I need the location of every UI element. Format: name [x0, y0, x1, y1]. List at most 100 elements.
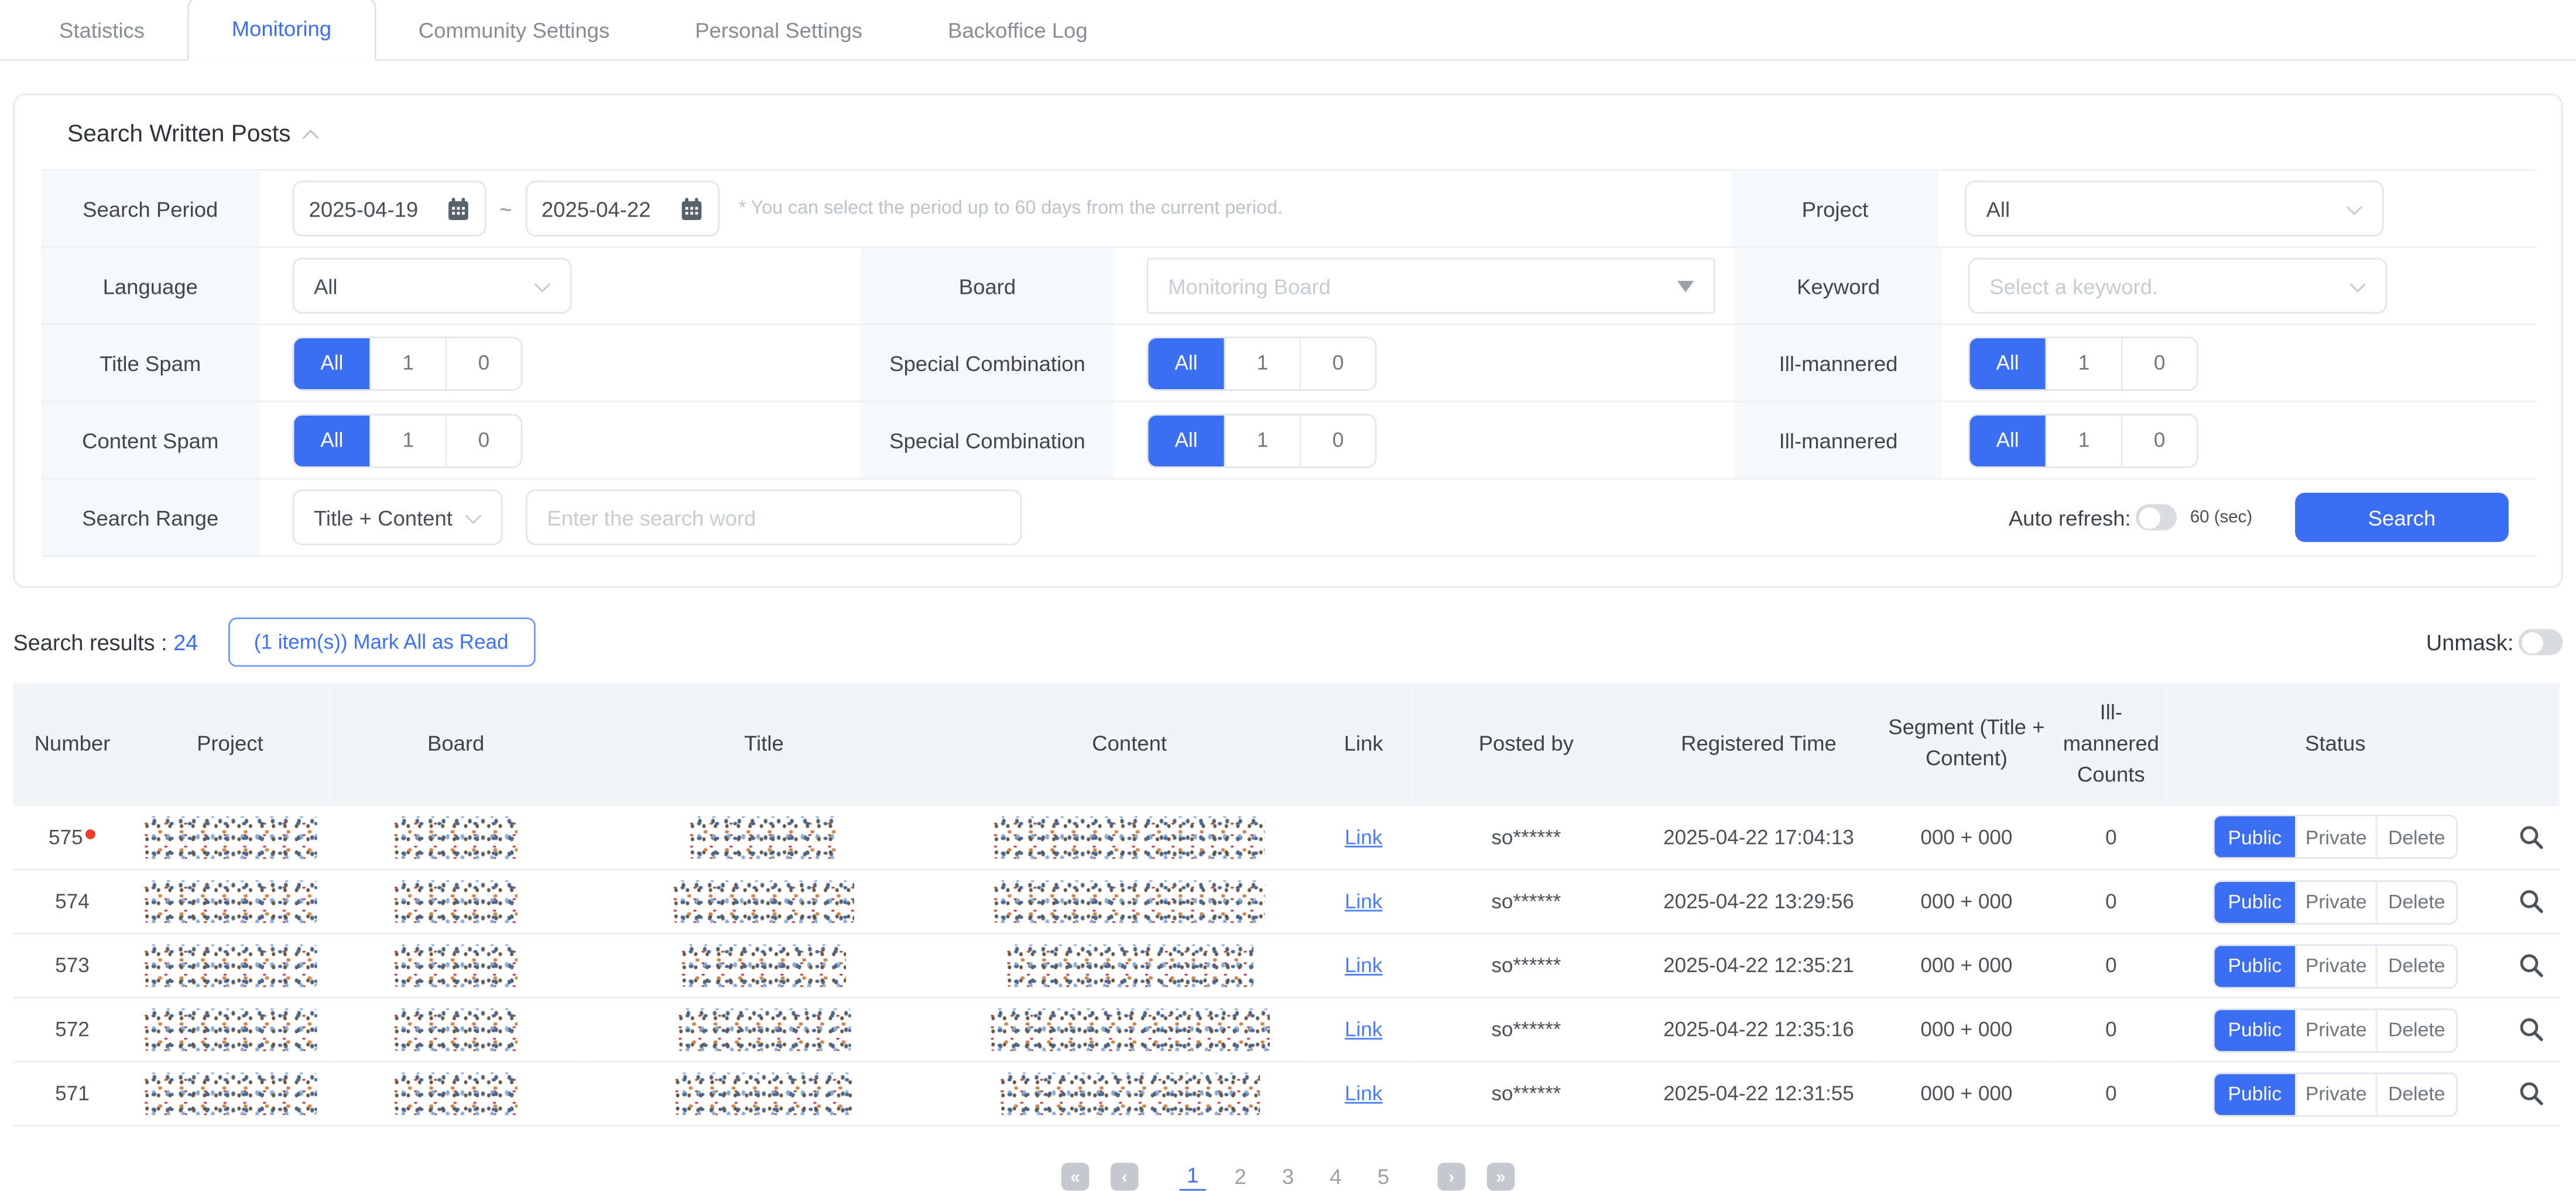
- masked-content: [994, 880, 1265, 923]
- status-delete-button[interactable]: Delete: [2376, 945, 2457, 986]
- next-page-button[interactable]: ›: [1437, 1163, 1465, 1191]
- content-special-all-button[interactable]: All: [1148, 415, 1224, 466]
- post-link[interactable]: Link: [1345, 1018, 1382, 1041]
- unmask-toggle[interactable]: [2519, 629, 2563, 655]
- content-spam-all-button[interactable]: All: [294, 415, 369, 466]
- tab-statistics[interactable]: Statistics: [16, 2, 187, 59]
- mark-all-read-button[interactable]: (1 item(s)) Mark All as Read: [228, 617, 535, 667]
- search-word-input[interactable]: [526, 489, 1022, 545]
- header-project: Project: [131, 683, 328, 805]
- status-private-button[interactable]: Private: [2295, 1073, 2376, 1114]
- masked-content: [990, 1008, 1269, 1051]
- title-ill-mannered-label: Ill-mannered: [1735, 325, 1942, 401]
- post-link[interactable]: Link: [1345, 1082, 1382, 1105]
- search-button[interactable]: Search: [2295, 493, 2509, 542]
- status-private-button[interactable]: Private: [2295, 1009, 2376, 1050]
- row-search-icon[interactable]: [2519, 953, 2545, 979]
- collapse-panel-icon[interactable]: [303, 129, 319, 145]
- results-bar: Search results : 24 (1 item(s)) Mark All…: [13, 617, 2563, 667]
- language-label: Language: [41, 248, 259, 324]
- date-from-input[interactable]: 2025-04-19: [292, 181, 486, 236]
- post-link[interactable]: Link: [1345, 890, 1382, 913]
- content-spam-1-button[interactable]: 1: [369, 415, 445, 466]
- tab-personal-settings[interactable]: Personal Settings: [652, 2, 905, 59]
- ill-mannered-count: 0: [2055, 870, 2167, 933]
- chevron-down-icon: [2349, 275, 2366, 291]
- masked-title: [690, 816, 838, 859]
- status-public-button[interactable]: Public: [2215, 1009, 2295, 1050]
- search-range-select[interactable]: Title + Content: [292, 489, 502, 545]
- title-ill-mannered-toggle-group: All 1 0: [1968, 336, 2198, 390]
- masked-project: [144, 1008, 317, 1051]
- content-ill-all-button[interactable]: All: [1970, 415, 2046, 466]
- prev-page-button[interactable]: ‹: [1111, 1163, 1139, 1191]
- project-label: Project: [1732, 171, 1939, 246]
- masked-project: [144, 816, 317, 859]
- last-page-button[interactable]: »: [1487, 1163, 1515, 1191]
- content-ill-0-button[interactable]: 0: [2121, 415, 2197, 466]
- row-search-icon[interactable]: [2519, 1017, 2545, 1043]
- row-search-icon[interactable]: [2519, 888, 2545, 915]
- content-special-0-button[interactable]: 0: [1300, 415, 1375, 466]
- status-public-button[interactable]: Public: [2215, 816, 2295, 857]
- status-private-button[interactable]: Private: [2295, 881, 2376, 922]
- title-special-0-button[interactable]: 0: [1300, 338, 1375, 389]
- date-to-input[interactable]: 2025-04-22: [525, 181, 719, 236]
- board-select[interactable]: Monitoring Board: [1147, 258, 1715, 314]
- title-ill-all-button[interactable]: All: [1970, 338, 2046, 389]
- masked-board: [394, 816, 517, 859]
- calendar-icon[interactable]: [447, 196, 470, 221]
- pagination: « ‹ 1 2 3 4 5 › »: [0, 1163, 2576, 1191]
- form-row-title-spam: Title Spam All 1 0 Special Combination A…: [41, 325, 2535, 403]
- ill-mannered-count: 0: [2055, 998, 2167, 1062]
- tab-community-settings[interactable]: Community Settings: [376, 2, 652, 59]
- status-delete-button[interactable]: Delete: [2376, 1009, 2457, 1050]
- content-special-combination-label: Special Combination: [861, 402, 1114, 478]
- title-special-1-button[interactable]: 1: [1224, 338, 1300, 389]
- content-spam-0-button[interactable]: 0: [445, 415, 520, 466]
- page-4[interactable]: 4: [1323, 1163, 1349, 1190]
- header-content: Content: [945, 683, 1314, 805]
- row-search-icon[interactable]: [2519, 824, 2545, 850]
- page-2[interactable]: 2: [1227, 1163, 1253, 1190]
- auto-refresh-toggle[interactable]: [2136, 504, 2177, 530]
- title-ill-1-button[interactable]: 1: [2046, 338, 2121, 389]
- status-delete-button[interactable]: Delete: [2376, 816, 2457, 857]
- calendar-icon[interactable]: [680, 196, 703, 221]
- title-spam-1-button[interactable]: 1: [369, 338, 445, 389]
- page-3[interactable]: 3: [1275, 1163, 1301, 1190]
- status-public-button[interactable]: Public: [2215, 881, 2295, 922]
- page-1[interactable]: 1: [1180, 1163, 1206, 1191]
- title-spam-all-button[interactable]: All: [294, 338, 369, 389]
- status-private-button[interactable]: Private: [2295, 816, 2376, 857]
- masked-board: [394, 1072, 517, 1115]
- post-number: 573: [55, 954, 90, 977]
- status-private-button[interactable]: Private: [2295, 945, 2376, 986]
- project-select[interactable]: All: [1965, 181, 2384, 236]
- first-page-button[interactable]: «: [1061, 1163, 1090, 1191]
- registered-time: 2025-04-22 12:35:16: [1640, 998, 1878, 1062]
- post-link[interactable]: Link: [1345, 954, 1382, 977]
- language-select[interactable]: All: [292, 258, 571, 314]
- content-special-combination-toggle-group: All 1 0: [1147, 413, 1377, 468]
- post-link[interactable]: Link: [1345, 826, 1382, 849]
- content-ill-1-button[interactable]: 1: [2046, 415, 2121, 466]
- title-spam-0-button[interactable]: 0: [445, 338, 520, 389]
- keyword-select[interactable]: Select a keyword.: [1968, 258, 2387, 314]
- ill-mannered-count: 0: [2055, 805, 2167, 869]
- tab-monitoring[interactable]: Monitoring: [187, 0, 376, 61]
- content-special-1-button[interactable]: 1: [1224, 415, 1300, 466]
- status-delete-button[interactable]: Delete: [2376, 881, 2457, 922]
- segment-counts: 000 + 000: [1878, 870, 2055, 933]
- registered-time: 2025-04-22 17:04:13: [1640, 805, 1878, 869]
- status-public-button[interactable]: Public: [2215, 945, 2295, 986]
- page-5[interactable]: 5: [1370, 1163, 1396, 1190]
- status-delete-button[interactable]: Delete: [2376, 1073, 2457, 1114]
- title-special-all-button[interactable]: All: [1148, 338, 1224, 389]
- status-public-button[interactable]: Public: [2215, 1073, 2295, 1114]
- header-registered-time: Registered Time: [1640, 683, 1878, 805]
- row-search-icon[interactable]: [2519, 1081, 2545, 1107]
- results-summary-label: Search results :: [13, 630, 167, 654]
- tab-backoffice-log[interactable]: Backoffice Log: [905, 2, 1131, 59]
- title-ill-0-button[interactable]: 0: [2121, 338, 2197, 389]
